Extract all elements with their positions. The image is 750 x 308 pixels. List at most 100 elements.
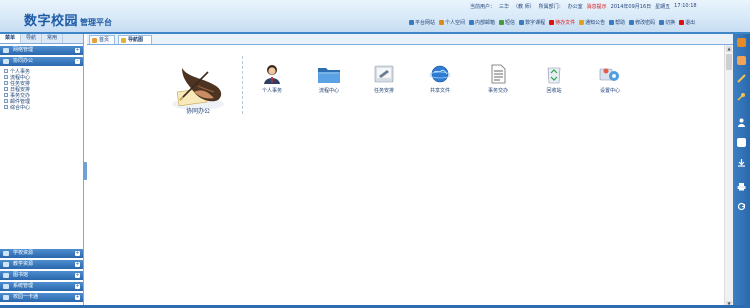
quicklink-help[interactable]: 帮助 — [609, 19, 625, 26]
tab-navigation-map[interactable]: 导航图 — [118, 35, 152, 44]
quicklink-label: 退出 — [685, 19, 696, 26]
library-icon — [3, 273, 9, 278]
sidebar-tab-common[interactable]: 常用 — [42, 34, 63, 43]
sidebar-section-teaching-resources[interactable]: 教学资源 + — [0, 260, 83, 269]
content-divider — [242, 56, 243, 114]
collapse-icon[interactable]: - — [75, 59, 80, 64]
key-icon[interactable] — [737, 92, 746, 101]
user-icon — [439, 19, 445, 25]
sidebar-section-system[interactable]: 系统管理 + — [0, 282, 83, 291]
item-icon — [4, 69, 8, 73]
sidebar-section-library[interactable]: 图书馆 + — [0, 271, 83, 280]
cube-icon[interactable] — [737, 38, 746, 47]
message-alert[interactable]: 消息提示 — [587, 3, 607, 10]
sidebar-section-office[interactable]: 协同办公 - — [0, 57, 83, 66]
expand-icon[interactable]: + — [75, 48, 80, 53]
feature-settings[interactable]: 设置中心 — [590, 63, 630, 95]
section-label: 教学资源 — [13, 261, 34, 267]
network-icon — [3, 48, 9, 53]
feature-assign[interactable]: 事务交办 — [478, 63, 518, 95]
feature-label: 事务交办 — [487, 88, 508, 94]
file-icon — [549, 19, 555, 25]
sidebar-tabs: 菜单 导航 常用 — [0, 34, 83, 44]
date-text: 2014年09月16日 — [610, 4, 652, 10]
office-hand-pen-icon — [172, 68, 224, 110]
user-role: （教 师） — [513, 4, 535, 10]
scroll-thumb[interactable] — [726, 54, 732, 70]
expand-icon[interactable]: + — [75, 262, 80, 267]
quicklink-course[interactable]: 数字课程 — [519, 19, 545, 26]
weekday-text: 星期五 — [655, 4, 671, 10]
feature-label: 个人事务 — [261, 88, 282, 94]
feature-shared-files[interactable]: 共享文件 — [420, 63, 460, 95]
sidebar-section-network[interactable]: 网络管理 + — [0, 46, 83, 55]
dept-name: 办公室 — [567, 4, 583, 10]
sidebar-tab-nav[interactable]: 导航 — [21, 34, 42, 43]
feature-label: 共享文件 — [429, 88, 450, 94]
section-label: 校园一卡通 — [13, 294, 39, 300]
key-icon — [629, 19, 635, 25]
section-label: 系统管理 — [13, 283, 34, 289]
folder-icon — [318, 68, 340, 83]
quicklink-label: 短信 — [505, 19, 516, 26]
expand-icon[interactable]: + — [75, 251, 80, 256]
logo-subtitle: 管理平台 — [80, 18, 113, 27]
eraser-icon[interactable] — [737, 56, 746, 65]
feature-recycle-bin[interactable]: 回收站 — [534, 63, 574, 95]
book-icon — [519, 19, 525, 25]
quicklink-label: 帮助 — [615, 19, 626, 26]
sidebar-section-school-resources[interactable]: 学校资源 + — [0, 249, 83, 258]
expand-icon[interactable]: + — [75, 284, 80, 289]
right-toolbar — [733, 34, 750, 308]
feature-tasks[interactable]: 任务安排 — [364, 63, 404, 95]
expand-icon[interactable]: + — [75, 273, 80, 278]
quicklink-site[interactable]: 平台网站 — [409, 19, 435, 26]
sidebar-tab-menu[interactable]: 菜单 — [0, 34, 21, 43]
sidebar-item-center[interactable]: 综合中心 — [4, 104, 82, 111]
quicklink-label: 个人空间 — [445, 19, 466, 26]
pencil-icon[interactable] — [737, 74, 746, 83]
quicklink-exit[interactable]: 退出 — [679, 19, 695, 26]
quicklink-mail[interactable]: 内部邮箱 — [469, 19, 495, 26]
users-icon[interactable] — [737, 118, 746, 127]
scroll-up-icon[interactable]: ▲ — [726, 46, 732, 52]
download-icon[interactable] — [737, 158, 746, 167]
expand-icon[interactable]: + — [75, 295, 80, 300]
feature-personal[interactable]: 个人事务 — [252, 63, 292, 95]
content-scrollbar[interactable]: ▲ ▼ — [724, 45, 733, 308]
compass-icon — [121, 38, 126, 43]
exit-icon — [679, 19, 685, 25]
quicklink-notice[interactable]: 通知公告 — [579, 19, 605, 26]
recycle-bin-icon — [547, 67, 561, 84]
note-icon[interactable] — [737, 138, 746, 147]
tab-home[interactable]: 首页 — [89, 35, 115, 44]
teaching-icon — [3, 262, 9, 267]
logo-title: 数字校园 — [24, 14, 79, 29]
item-icon — [4, 93, 8, 97]
printer-icon[interactable] — [737, 182, 746, 191]
quicklink-sms[interactable]: 短信 — [499, 19, 515, 26]
quicklink-switch[interactable]: 切换 — [659, 19, 675, 26]
main-tab-bar: 首页 导航图 — [87, 34, 733, 45]
item-icon — [4, 87, 8, 91]
quicklink-password[interactable]: 修改密码 — [629, 19, 655, 26]
office-icon — [3, 59, 9, 64]
office-subitems: 个人事务 流程中心 任务安排 日程安排 事务交办 邮件管理 综合中心 — [4, 68, 82, 111]
feature-label: 流程中心 — [318, 88, 339, 94]
office-feature[interactable]: 协同办公 — [168, 56, 228, 115]
section-label: 图书馆 — [13, 272, 29, 278]
home-icon — [409, 19, 414, 25]
item-icon — [4, 81, 8, 85]
quicklink-label: 修改密码 — [635, 19, 656, 26]
settings-icon — [599, 68, 619, 81]
quicklink-pending[interactable]: 待办文件 — [549, 19, 575, 26]
sidebar-section-campus-card[interactable]: 校园一卡通 + — [0, 293, 83, 302]
quicklink-label: 内部邮箱 — [475, 19, 496, 26]
section-label: 网络管理 — [13, 47, 34, 53]
quicklink-space[interactable]: 个人空间 — [439, 19, 465, 26]
refresh-icon[interactable] — [737, 202, 746, 211]
quicklink-label: 平台网站 — [415, 19, 436, 26]
feature-workflow[interactable]: 流程中心 — [309, 63, 349, 95]
dept-label: 所属部门： — [538, 4, 564, 10]
mail-icon — [469, 19, 475, 25]
